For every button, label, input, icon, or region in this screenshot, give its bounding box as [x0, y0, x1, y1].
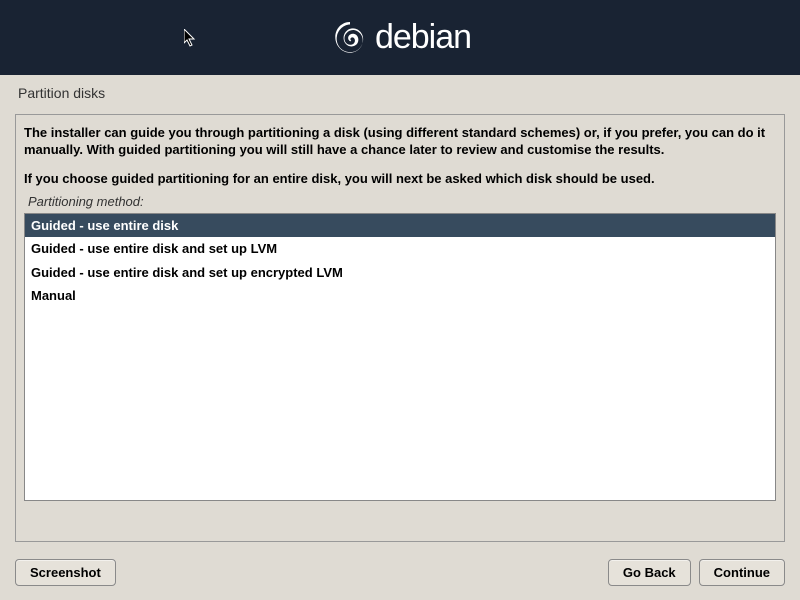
screenshot-button[interactable]: Screenshot	[15, 559, 116, 586]
debian-swirl-icon	[329, 17, 371, 59]
option-guided-lvm[interactable]: Guided - use entire disk and set up LVM	[25, 237, 775, 261]
page-title: Partition disks	[0, 75, 800, 109]
option-guided-entire-disk[interactable]: Guided - use entire disk	[25, 214, 775, 238]
option-guided-encrypted-lvm[interactable]: Guided - use entire disk and set up encr…	[25, 261, 775, 285]
footer-buttons: Screenshot Go Back Continue	[15, 559, 785, 586]
option-manual[interactable]: Manual	[25, 284, 775, 308]
description-text-1: The installer can guide you through part…	[24, 125, 776, 159]
partitioning-method-list[interactable]: Guided - use entire disk Guided - use en…	[24, 213, 776, 501]
go-back-button[interactable]: Go Back	[608, 559, 691, 586]
description-text-2: If you choose guided partitioning for an…	[24, 171, 776, 188]
partitioning-method-label: Partitioning method:	[28, 194, 776, 209]
logo-text: debian	[375, 18, 471, 57]
installer-header: debian	[0, 0, 800, 75]
continue-button[interactable]: Continue	[699, 559, 785, 586]
content-panel: The installer can guide you through part…	[15, 114, 785, 542]
debian-logo: debian	[329, 17, 471, 59]
